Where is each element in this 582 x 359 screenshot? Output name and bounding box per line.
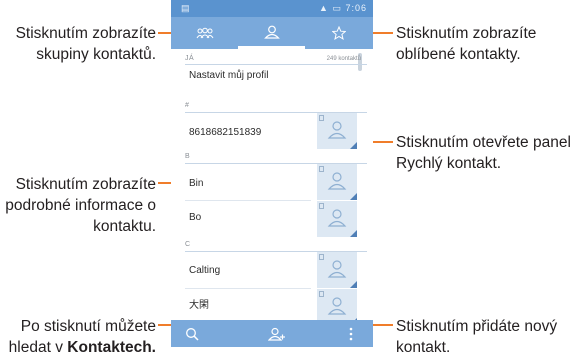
status-icons: ▲ ▭ 7:06: [319, 3, 367, 14]
search-icon: [186, 327, 199, 341]
person-icon: [263, 25, 280, 39]
callout-search-bold: Kontaktech.: [67, 339, 156, 356]
quick-contact-badge[interactable]: [317, 201, 357, 237]
quick-contact-badge[interactable]: [317, 252, 357, 288]
more-options-button[interactable]: [341, 320, 361, 347]
sim-icon: [319, 291, 324, 297]
contact-name[interactable]: 8618682151839: [189, 127, 261, 138]
contact-count: 249 kontaktů: [326, 56, 361, 62]
signal-icon: ▲: [319, 3, 329, 13]
search-button[interactable]: [177, 320, 207, 347]
callout-detail: Stisknutím zobrazíte podrobné informace …: [0, 174, 156, 237]
callout-search: Po stisknutí můžete hledat v Kontaktech.: [0, 316, 156, 358]
status-bar: ▤ ▲ ▭ 7:06: [171, 0, 373, 17]
groups-icon: [196, 27, 213, 39]
callout-add-contact-text: Stisknutím přidáte nový kontakt.: [396, 318, 558, 356]
sim-icon: [319, 254, 324, 260]
add-contact-button[interactable]: [262, 320, 292, 347]
callout-groups-text: Stisknutím zobrazíte skupiny kontaktů.: [15, 25, 156, 63]
corner-triangle: [350, 142, 357, 149]
section-header-c: C: [185, 241, 191, 248]
sim-icon: [319, 166, 324, 172]
contact-name[interactable]: 大閑: [189, 296, 209, 311]
section-header-b: B: [185, 153, 191, 160]
person-placeholder-icon: [327, 209, 347, 227]
corner-triangle: [350, 193, 357, 200]
more-icon: [349, 327, 353, 340]
tab-favorites[interactable]: [305, 17, 373, 49]
person-placeholder-icon: [327, 172, 347, 190]
callout-favorites: Stisknutím zobrazíte oblíbené kontakty.: [396, 23, 582, 65]
callout-quick-contact: Stisknutím otevřete panel Rychlý kontakt…: [396, 132, 582, 174]
person-placeholder-icon: [327, 260, 347, 278]
section-header-me: JÁ: [185, 55, 195, 62]
quick-contact-badge[interactable]: [317, 164, 357, 200]
section-header-hash: #: [185, 102, 190, 109]
tab-contacts[interactable]: [238, 17, 305, 49]
contact-name[interactable]: Bin: [189, 178, 203, 189]
notification-icon: ▤: [181, 3, 190, 13]
row-divider: [185, 200, 311, 201]
corner-triangle: [350, 281, 357, 288]
setup-profile-item[interactable]: Nastavit můj profil: [189, 70, 268, 81]
callout-favorites-text: Stisknutím zobrazíte oblíbené kontakty.: [396, 25, 537, 63]
status-time: 7:06: [345, 3, 367, 13]
row-divider: [185, 288, 311, 289]
sim-icon: [319, 203, 324, 209]
callout-detail-text: Stisknutím zobrazíte podrobné informace …: [5, 176, 156, 235]
sim-icon: [319, 115, 324, 121]
callout-add-contact: Stisknutím přidáte nový kontakt.: [396, 316, 582, 358]
star-icon: [332, 26, 346, 40]
phone-screen: ▤ ▲ ▭ 7:06 JÁ 249 kontaktů Nastavit můj …: [171, 0, 373, 347]
callout-groups: Stisknutím zobrazíte skupiny kontaktů.: [0, 23, 156, 65]
add-contact-icon: [268, 327, 285, 341]
contact-name[interactable]: Calting: [189, 265, 220, 276]
contact-list[interactable]: JÁ 249 kontaktů Nastavit můj profil # 86…: [171, 49, 373, 325]
battery-icon: ▭: [332, 3, 342, 13]
section-divider: [185, 64, 367, 65]
tab-bar: [171, 17, 373, 49]
person-placeholder-icon: [327, 297, 347, 315]
contact-name[interactable]: Bo: [189, 212, 201, 223]
quick-contact-badge[interactable]: [317, 113, 357, 149]
corner-triangle: [350, 230, 357, 237]
person-placeholder-icon: [327, 121, 347, 139]
bottom-bar: [171, 320, 373, 347]
tab-groups[interactable]: [171, 17, 238, 49]
callout-quick-contact-text: Stisknutím otevřete panel Rychlý kontakt…: [396, 134, 571, 172]
